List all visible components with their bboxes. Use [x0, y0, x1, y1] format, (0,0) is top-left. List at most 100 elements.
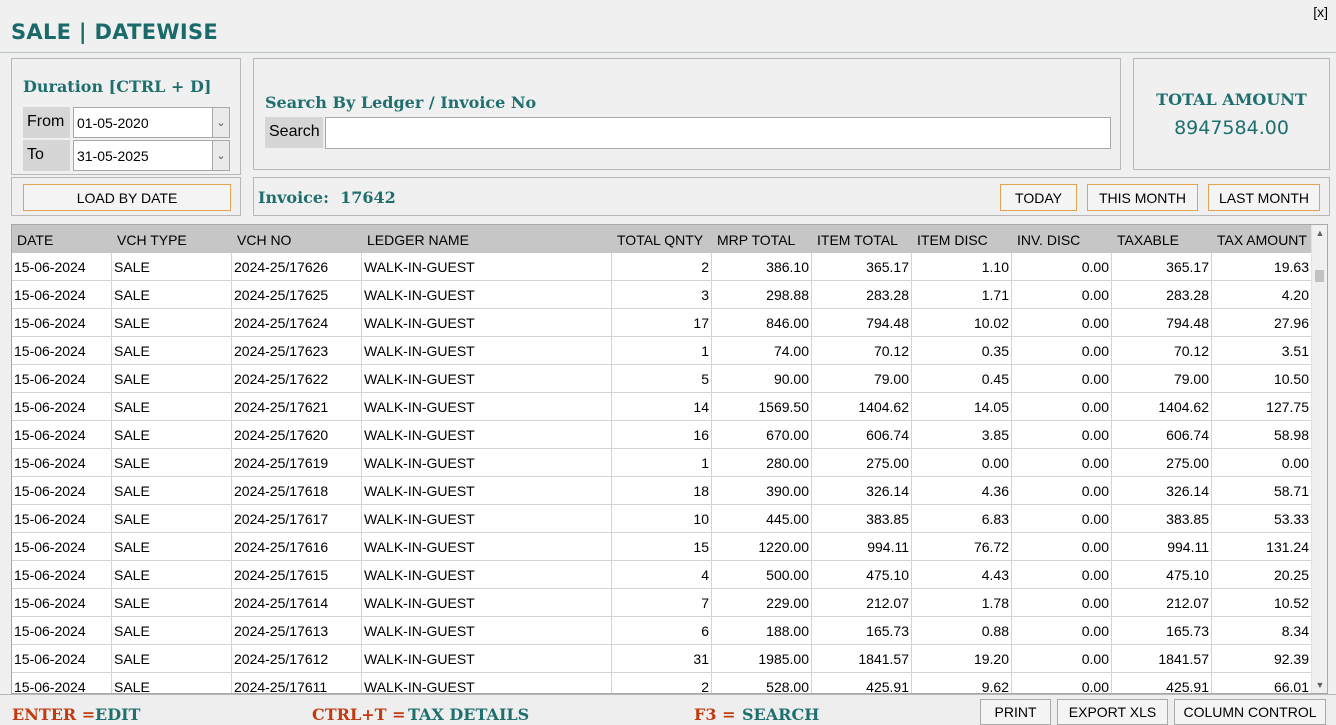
table-row[interactable]: 15-06-2024 SALE 2024-25/17622 WALK-IN-GUEST… [12, 365, 1312, 393]
table-row[interactable]: 15-06-2024 SALE 2024-25/17619 WALK-IN-GUEST… [12, 449, 1312, 477]
arrow-up-icon[interactable]: ▲ [1312, 225, 1327, 241]
last-month-button[interactable]: LAST MONTH [1208, 184, 1320, 211]
export-xls-button[interactable]: EXPORT XLS [1057, 699, 1168, 725]
vertical-scrollbar[interactable]: ▲ ▼ [1311, 225, 1327, 693]
cell-vch-type: SALE [112, 589, 232, 617]
cell-vch-type: SALE [112, 561, 232, 589]
cell-item-total: 79.00 [812, 365, 912, 393]
cell-vch-no: 2024-25/17621 [232, 393, 362, 421]
sales-grid[interactable]: DATE VCH TYPE VCH NO LEDGER NAME TOTAL QNTY M… [11, 224, 1328, 694]
cell-tax-amount: 19.63 [1212, 253, 1312, 281]
table-row[interactable]: 15-06-2024 SALE 2024-25/17613 WALK-IN-GUEST… [12, 617, 1312, 645]
ctrl-t-shortcut-action: TAX DETAILS [408, 705, 530, 724]
column-header-date[interactable]: DATE [12, 225, 112, 253]
invoice-label: Invoice: [258, 188, 329, 207]
cell-mrp-total: 229.00 [712, 589, 812, 617]
today-button[interactable]: TODAY [1000, 184, 1077, 211]
cell-taxable: 326.14 [1112, 477, 1212, 505]
table-row[interactable]: 15-06-2024 SALE 2024-25/17624 WALK-IN-GUEST… [12, 309, 1312, 337]
table-row[interactable]: 15-06-2024 SALE 2024-25/17620 WALK-IN-GUEST… [12, 421, 1312, 449]
cell-total-qnty: 1 [612, 337, 712, 365]
cell-date: 15-06-2024 [12, 365, 112, 393]
cell-vch-type: SALE [112, 505, 232, 533]
cell-total-qnty: 10 [612, 505, 712, 533]
page-title: SALE | DATEWISE [11, 20, 219, 44]
cell-item-total: 475.10 [812, 561, 912, 589]
cell-taxable: 425.91 [1112, 673, 1212, 693]
cell-mrp-total: 445.00 [712, 505, 812, 533]
column-header-inv-disc[interactable]: INV. DISC [1012, 225, 1112, 253]
cell-date: 15-06-2024 [12, 337, 112, 365]
cell-vch-type: SALE [112, 449, 232, 477]
cell-item-total: 212.07 [812, 589, 912, 617]
from-date-input[interactable]: 01-05-2020 [73, 107, 213, 138]
search-input[interactable] [325, 117, 1111, 149]
column-header-vch-no[interactable]: VCH NO [232, 225, 362, 253]
title-divider [0, 52, 1336, 53]
cell-item-total: 275.00 [812, 449, 912, 477]
cell-tax-amount: 0.00 [1212, 449, 1312, 477]
column-header-mrp-total[interactable]: MRP TOTAL [712, 225, 812, 253]
cell-tax-amount: 8.34 [1212, 617, 1312, 645]
table-row[interactable]: 15-06-2024 SALE 2024-25/17611 WALK-IN-GUEST… [12, 673, 1312, 693]
cell-ledger-name: WALK-IN-GUEST [362, 589, 612, 617]
table-row[interactable]: 15-06-2024 SALE 2024-25/17626 WALK-IN-GUEST… [12, 253, 1312, 281]
cell-item-disc: 1.10 [912, 253, 1012, 281]
cell-inv-disc: 0.00 [1012, 617, 1112, 645]
cell-vch-no: 2024-25/17618 [232, 477, 362, 505]
cell-date: 15-06-2024 [12, 253, 112, 281]
f3-shortcut-action: SEARCH [742, 705, 820, 724]
close-button[interactable]: [x] [1313, 4, 1328, 20]
cell-total-qnty: 16 [612, 421, 712, 449]
print-button[interactable]: PRINT [980, 699, 1051, 725]
column-header-item-disc[interactable]: ITEM DISC [912, 225, 1012, 253]
from-date-dropdown[interactable]: ⌄ [212, 107, 230, 138]
cell-mrp-total: 528.00 [712, 673, 812, 693]
table-row[interactable]: 15-06-2024 SALE 2024-25/17621 WALK-IN-GUEST… [12, 393, 1312, 421]
cell-total-qnty: 2 [612, 253, 712, 281]
this-month-button[interactable]: THIS MONTH [1087, 184, 1198, 211]
total-amount-value: 8947584.00 [1174, 117, 1289, 139]
cell-inv-disc: 0.00 [1012, 449, 1112, 477]
cell-total-qnty: 4 [612, 561, 712, 589]
to-date-input[interactable]: 31-05-2025 [73, 140, 213, 171]
cell-date: 15-06-2024 [12, 449, 112, 477]
cell-vch-type: SALE [112, 477, 232, 505]
cell-inv-disc: 0.00 [1012, 365, 1112, 393]
column-header-total-qnty[interactable]: TOTAL QNTY [612, 225, 712, 253]
column-header-item-total[interactable]: ITEM TOTAL [812, 225, 912, 253]
cell-date: 15-06-2024 [12, 477, 112, 505]
cell-vch-no: 2024-25/17612 [232, 645, 362, 673]
invoice-value: 17642 [340, 188, 396, 207]
cell-date: 15-06-2024 [12, 589, 112, 617]
scrollbar-thumb[interactable] [1315, 270, 1324, 282]
table-row[interactable]: 15-06-2024 SALE 2024-25/17623 WALK-IN-GUEST… [12, 337, 1312, 365]
cell-item-disc: 76.72 [912, 533, 1012, 561]
cell-tax-amount: 10.52 [1212, 589, 1312, 617]
column-header-taxable[interactable]: TAXABLE [1112, 225, 1212, 253]
column-header-vch-type[interactable]: VCH TYPE [112, 225, 232, 253]
table-row[interactable]: 15-06-2024 SALE 2024-25/17616 WALK-IN-GUEST… [12, 533, 1312, 561]
table-row[interactable]: 15-06-2024 SALE 2024-25/17625 WALK-IN-GUEST… [12, 281, 1312, 309]
enter-shortcut-key: ENTER = [12, 705, 96, 724]
cell-taxable: 283.28 [1112, 281, 1212, 309]
cell-tax-amount: 131.24 [1212, 533, 1312, 561]
cell-item-total: 794.48 [812, 309, 912, 337]
cell-inv-disc: 0.00 [1012, 337, 1112, 365]
table-row[interactable]: 15-06-2024 SALE 2024-25/17612 WALK-IN-GUEST… [12, 645, 1312, 673]
cell-total-qnty: 5 [612, 365, 712, 393]
column-header-ledger-name[interactable]: LEDGER NAME [362, 225, 612, 253]
to-date-dropdown[interactable]: ⌄ [212, 140, 230, 171]
table-row[interactable]: 15-06-2024 SALE 2024-25/17618 WALK-IN-GUEST… [12, 477, 1312, 505]
cell-date: 15-06-2024 [12, 309, 112, 337]
total-panel: TOTAL AMOUNT 8947584.00 [1133, 58, 1330, 170]
column-header-tax-amount[interactable]: TAX AMOUNT [1212, 225, 1312, 253]
arrow-down-icon[interactable]: ▼ [1312, 677, 1327, 693]
column-control-button[interactable]: COLUMN CONTROL [1174, 699, 1326, 725]
table-row[interactable]: 15-06-2024 SALE 2024-25/17617 WALK-IN-GUEST… [12, 505, 1312, 533]
cell-ledger-name: WALK-IN-GUEST [362, 421, 612, 449]
table-row[interactable]: 15-06-2024 SALE 2024-25/17615 WALK-IN-GUEST… [12, 561, 1312, 589]
search-title: Search By Ledger / Invoice No [265, 93, 537, 112]
load-by-date-button[interactable]: LOAD BY DATE [23, 184, 231, 211]
table-row[interactable]: 15-06-2024 SALE 2024-25/17614 WALK-IN-GUEST… [12, 589, 1312, 617]
